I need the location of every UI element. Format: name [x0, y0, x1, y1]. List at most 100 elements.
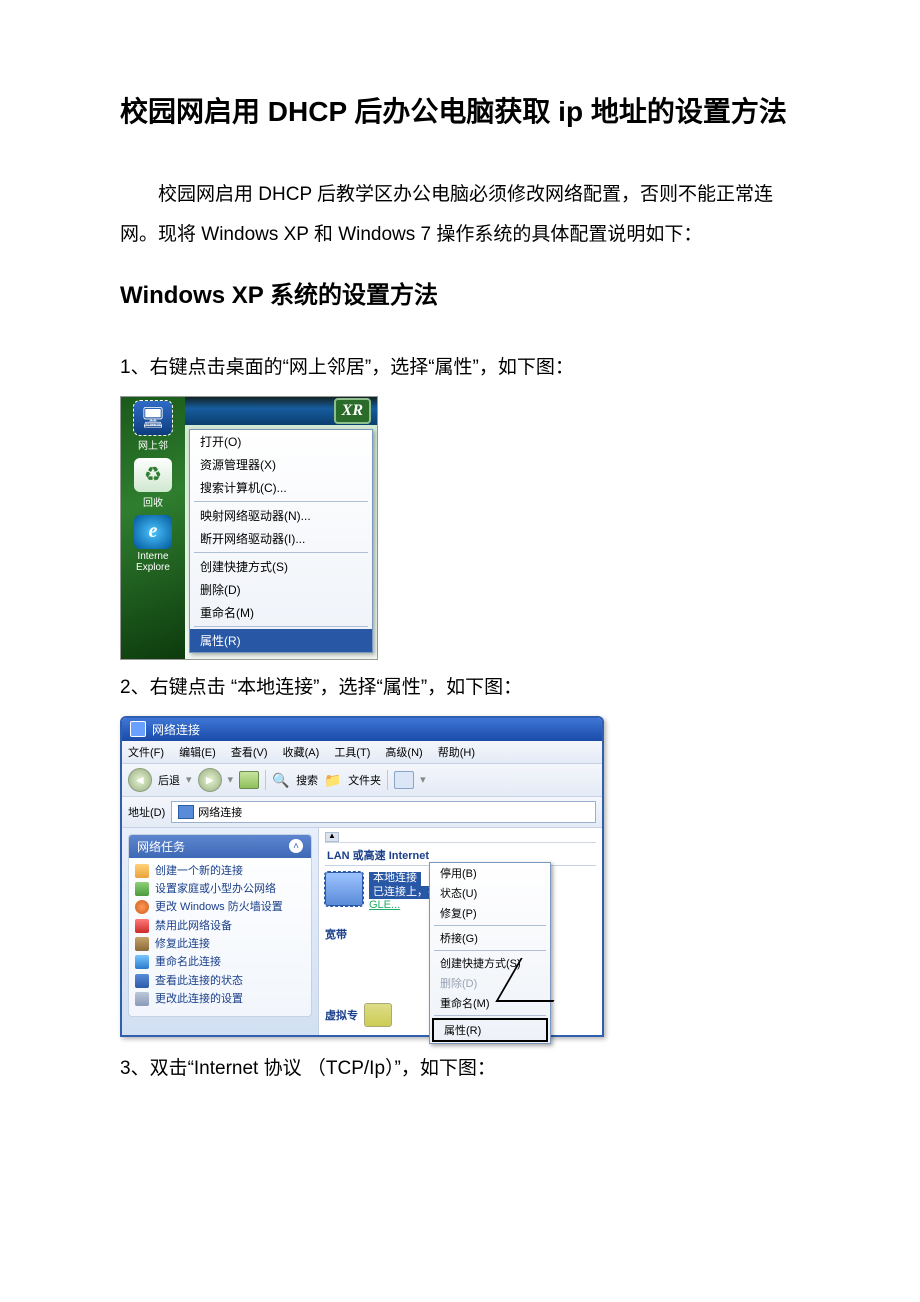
desktop-icon-network-neighborhood[interactable]: 🖥 网上邻 [123, 401, 183, 452]
desktop-icon-internet-explorer[interactable]: e Interne Explore [123, 515, 183, 573]
menu-view[interactable]: 查看(V) [231, 747, 268, 759]
menu-favorites[interactable]: 收藏(A) [283, 747, 320, 759]
up-button[interactable] [239, 771, 259, 789]
address-bar: 地址(D) 网络连接 [122, 797, 602, 828]
task-label: 重命名此连接 [155, 955, 221, 969]
menu-item-search-computer[interactable]: 搜索计算机(C)... [190, 476, 372, 499]
desktop-icon-label: 网上邻 [138, 437, 168, 452]
task-setup-home-net[interactable]: 设置家庭或小型办公网络 [135, 880, 305, 898]
task-label: 设置家庭或小型办公网络 [155, 882, 276, 896]
section-xp-title: Windows XP 系统的设置方法 [120, 275, 800, 310]
ctx-item-rename[interactable]: 重命名(M) [430, 993, 550, 1013]
task-icon [135, 974, 149, 988]
screenshot-2: 网络连接 文件(F) 编辑(E) 查看(V) 收藏(A) 工具(T) 高级(N)… [120, 716, 604, 1037]
address-label: 地址(D) [128, 804, 165, 820]
step-1-text: 1、右键点击桌面的“网上邻居”，选择“属性”，如下图： [120, 350, 800, 386]
group-header-virtual: 虚拟专 [325, 1007, 358, 1023]
task-label: 查看此连接的状态 [155, 974, 243, 988]
step-3-text: 3、双击“Internet 协议 （TCP/Ip）”，如下图： [120, 1051, 800, 1087]
task-new-connection[interactable]: 创建一个新的连接 [135, 862, 305, 880]
menu-help[interactable]: 帮助(H) [438, 747, 475, 759]
desktop-top-bar: XR [185, 397, 377, 425]
xr-badge-icon: XR [334, 398, 371, 424]
menu-tools[interactable]: 工具(T) [334, 747, 370, 759]
toolbar-search-label: 搜索 [296, 772, 318, 788]
views-button[interactable] [394, 771, 414, 789]
toolbar-folders-label: 文件夹 [348, 772, 381, 788]
document-title: 校园网启用 DHCP 后办公电脑获取 ip 地址的设置方法 [120, 90, 800, 135]
panel-header[interactable]: 网络任务 ˄ [129, 835, 311, 858]
intro-paragraph: 校园网启用 DHCP 后教学区办公电脑必须修改网络配置，否则不能正常连网。现将 … [120, 175, 800, 255]
task-icon [135, 882, 149, 896]
menu-item-create-shortcut[interactable]: 创建快捷方式(S) [190, 555, 372, 578]
window-title: 网络连接 [152, 721, 200, 738]
task-label: 修复此连接 [155, 937, 210, 951]
ctx-item-bridge[interactable]: 桥接(G) [430, 928, 550, 948]
window-icon [130, 721, 146, 737]
menu-item-delete[interactable]: 删除(D) [190, 578, 372, 601]
task-label: 创建一个新的连接 [155, 864, 243, 878]
panel-title: 网络任务 [137, 838, 185, 855]
lan-connection-icon [325, 872, 363, 906]
network-places-icon: 🖥 [134, 401, 172, 435]
menu-separator [194, 626, 368, 627]
ctx-item-repair[interactable]: 修复(P) [430, 903, 550, 923]
menu-file[interactable]: 文件(F) [128, 747, 164, 759]
ctx-item-disable[interactable]: 停用(B) [430, 863, 550, 883]
scroll-indicator: ▲ [325, 832, 596, 843]
address-field[interactable]: 网络连接 [171, 801, 596, 823]
network-connections-icon [178, 805, 194, 819]
menu-separator [194, 552, 368, 553]
task-repair-connection[interactable]: 修复此连接 [135, 935, 305, 953]
desktop-icon-recycle-bin[interactable]: ♻ 回收 [123, 458, 183, 509]
connection-context-menu: 停用(B) 状态(U) 修复(P) 桥接(G) 创建快捷方式(S) 删除(D) … [429, 862, 551, 1044]
menu-separator [434, 950, 546, 951]
search-icon[interactable] [272, 772, 290, 788]
chevron-up-icon[interactable]: ˄ [289, 839, 303, 853]
ctx-item-properties[interactable]: 属性(R) [432, 1018, 548, 1042]
window-titlebar[interactable]: 网络连接 [122, 718, 602, 741]
group-header-broadband: 宽带 [325, 926, 347, 942]
ie-icon: e [134, 515, 172, 549]
menu-item-disconnect-drive[interactable]: 断开网络驱动器(I)... [190, 527, 372, 550]
task-label: 更改 Windows 防火墙设置 [155, 900, 283, 914]
menu-separator [194, 501, 368, 502]
task-label: 禁用此网络设备 [155, 919, 232, 933]
task-change-settings[interactable]: 更改此连接的设置 [135, 990, 305, 1008]
left-task-pane: 网络任务 ˄ 创建一个新的连接 设置家庭或小型办公网络 更改 Windows 防… [122, 828, 318, 1035]
virtual-connection-icon [364, 1003, 392, 1027]
menu-advanced[interactable]: 高级(N) [385, 747, 422, 759]
task-label: 更改此连接的设置 [155, 992, 243, 1006]
folders-icon[interactable] [324, 772, 342, 788]
desktop-icon-label: Interne [137, 551, 168, 562]
menu-item-rename[interactable]: 重命名(M) [190, 601, 372, 624]
task-icon [135, 919, 149, 933]
task-view-status[interactable]: 查看此连接的状态 [135, 972, 305, 990]
task-disable-device[interactable]: 禁用此网络设备 [135, 917, 305, 935]
toolbar-separator [265, 770, 266, 790]
back-button[interactable]: ◄ [128, 768, 152, 792]
menu-separator [434, 925, 546, 926]
task-icon [135, 955, 149, 969]
menu-item-properties[interactable]: 属性(R) [190, 629, 372, 652]
desktop-icon-label: Explore [136, 562, 170, 573]
ctx-item-create-shortcut[interactable]: 创建快捷方式(S) [430, 953, 550, 973]
menu-edit[interactable]: 编辑(E) [179, 747, 216, 759]
task-icon [135, 992, 149, 1006]
menu-item-open[interactable]: 打开(O) [190, 430, 372, 453]
forward-button[interactable]: ► [198, 768, 222, 792]
recycle-bin-icon: ♻ [134, 458, 172, 492]
network-tasks-panel: 网络任务 ˄ 创建一个新的连接 设置家庭或小型办公网络 更改 Windows 防… [128, 834, 312, 1017]
menu-item-explorer[interactable]: 资源管理器(X) [190, 453, 372, 476]
address-value: 网络连接 [198, 804, 242, 820]
toolbar-separator [387, 770, 388, 790]
menu-item-map-drive[interactable]: 映射网络驱动器(N)... [190, 504, 372, 527]
toolbar: ◄ 后退 ▾ ► ▾ 搜索 文件夹 ▾ [122, 764, 602, 797]
task-rename-connection[interactable]: 重命名此连接 [135, 953, 305, 971]
right-content-pane: ▲ LAN 或高速 Internet 本地连接 已连接上，有防火墙的 GLE..… [318, 828, 602, 1035]
task-change-firewall[interactable]: 更改 Windows 防火墙设置 [135, 898, 305, 916]
task-icon [135, 900, 149, 914]
ctx-item-status[interactable]: 状态(U) [430, 883, 550, 903]
screenshot-1: 🖥 网上邻 ♻ 回收 e Interne Explore XR 打开(O) 资源… [120, 396, 378, 660]
connection-nic: GLE... [369, 899, 400, 911]
